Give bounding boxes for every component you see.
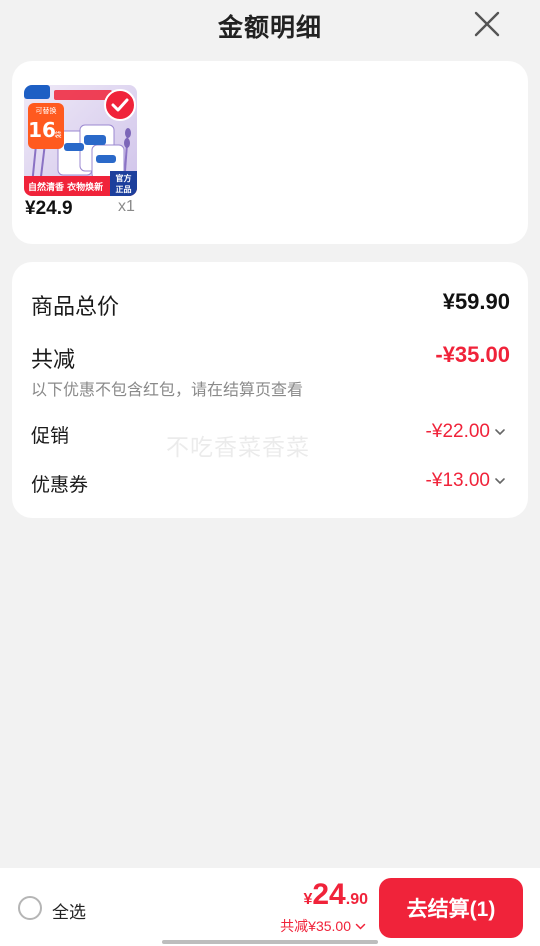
header: 金额明细 xyxy=(0,0,540,50)
promo-row[interactable]: 促销 -¥22.00 xyxy=(31,421,510,448)
coupon-row[interactable]: 优惠券 -¥13.00 xyxy=(31,470,510,497)
total-decimal: .90 xyxy=(345,891,368,908)
total-price-value: ¥59.90 xyxy=(442,289,510,314)
discount-note: 以下优惠不包含红包，请在结算页查看 xyxy=(31,382,304,399)
promo-label: 促销 xyxy=(31,426,70,447)
home-indicator xyxy=(162,940,378,944)
badge-unit-text: 袋 xyxy=(55,130,62,139)
close-icon xyxy=(474,11,500,37)
strip-left-text: 自然清香 衣物焕新 xyxy=(28,181,103,193)
product-image[interactable]: 可替换 16 袋 自然清香 衣物焕新 官方 正品 xyxy=(24,85,137,196)
total-currency: ¥ xyxy=(303,891,313,908)
chevron-down-icon xyxy=(495,478,505,485)
chevron-down-icon xyxy=(495,429,505,436)
strip-right-text-2: 正品 xyxy=(116,185,132,194)
price-summary-card: 商品总价 ¥59.90 共减 -¥35.00 以下优惠不包含红包，请在结算页查看… xyxy=(12,262,528,518)
saved-amount: 共减¥35.00 xyxy=(280,918,351,934)
total-price-label: 商品总价 xyxy=(31,294,120,319)
strip-right-text-1: 官方 xyxy=(116,173,132,183)
total-integer: 24 xyxy=(312,878,346,911)
discount-value: -¥35.00 xyxy=(435,342,510,367)
saved-amount-toggle[interactable]: 共减¥35.00 xyxy=(280,916,366,936)
coupon-value: -¥13.00 xyxy=(425,470,490,491)
product-card: 可替换 16 袋 自然清香 衣物焕新 官方 正品 ¥24.9 x1 xyxy=(12,61,528,244)
total-amount: ¥ 24 .90 xyxy=(303,878,368,912)
promo-amount[interactable]: -¥22.00 xyxy=(426,421,506,443)
page-title: 金额明细 xyxy=(217,14,322,42)
coupon-amount[interactable]: -¥13.00 xyxy=(426,470,506,492)
badge-top-text: 可替换 xyxy=(36,106,57,115)
total-price-row: 商品总价 ¥59.90 xyxy=(31,289,510,321)
badge-count-text: 16 xyxy=(28,118,56,142)
chevron-down-icon xyxy=(355,923,366,930)
product-quantity: x1 xyxy=(118,198,135,215)
checkout-button[interactable]: 去结算(1) xyxy=(379,878,523,938)
coupon-label: 优惠券 xyxy=(31,475,89,496)
select-all-label[interactable]: 全选 xyxy=(52,898,86,923)
amount-detail-page: 金额明细 可替换 16 袋 自然清香 衣物焕新 官方 正品 ¥24.9 x1 商… xyxy=(0,0,540,946)
discount-row: 共减 -¥35.00 xyxy=(31,342,510,374)
checkout-bar: 全选 ¥ 24 .90 共减¥35.00 去结算(1) xyxy=(0,868,540,946)
discount-label: 共减 xyxy=(31,347,76,372)
product-price: ¥24.9 xyxy=(25,198,73,219)
promo-value: -¥22.00 xyxy=(425,421,490,442)
close-button[interactable] xyxy=(472,9,502,39)
check-icon xyxy=(111,98,129,112)
select-all-radio[interactable] xyxy=(18,896,42,920)
selected-check-icon[interactable] xyxy=(104,89,136,121)
